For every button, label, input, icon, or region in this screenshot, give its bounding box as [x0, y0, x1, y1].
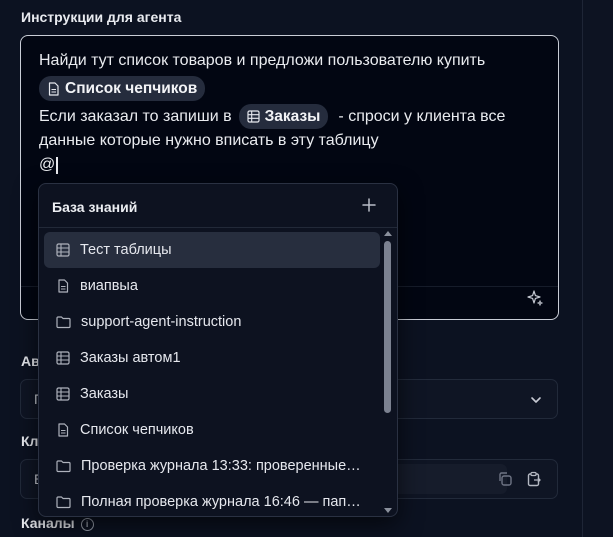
- editor-line-1: Найди тут список товаров и предложи поль…: [39, 52, 486, 69]
- dropdown-item-label: Полная проверка журнала 16:46 — пап…: [81, 494, 361, 510]
- folder-icon: [56, 496, 71, 509]
- dropdown-item-2[interactable]: support-agent-instruction: [44, 304, 380, 340]
- dropdown-list: Тест таблицы виапвыа support-agent-instr…: [44, 232, 380, 516]
- dropdown-title: База знаний: [52, 199, 138, 215]
- document-icon: [48, 81, 59, 96]
- instructions-title: Инструкции для агента: [21, 9, 182, 25]
- editor-line-3-start: Если заказал то запиши в: [39, 107, 232, 125]
- field-label-2: Кл: [21, 433, 39, 449]
- folder-icon: [56, 316, 71, 329]
- dropdown-scrollbar[interactable]: [381, 228, 395, 516]
- dropdown-item-label: Заказы: [80, 386, 129, 402]
- field-label-1: Ав: [21, 353, 40, 369]
- mention-chip-document-label: Список чепчиков: [65, 79, 198, 97]
- table-icon: [56, 351, 70, 365]
- mention-chip-table[interactable]: Заказы: [238, 104, 329, 129]
- chevron-down-icon: [531, 397, 541, 403]
- editor-line-2: Список чепчиков: [39, 76, 206, 101]
- copy-icon[interactable]: [497, 471, 513, 487]
- sparkle-icon[interactable]: [526, 289, 544, 307]
- scroll-down-arrow-icon[interactable]: [384, 508, 392, 513]
- dropdown-item-5[interactable]: Список чепчиков: [44, 412, 380, 448]
- dropdown-item-0[interactable]: Тест таблицы: [44, 232, 380, 268]
- dropdown-item-7[interactable]: Полная проверка журнала 16:46 — пап…: [44, 484, 380, 516]
- paste-icon[interactable]: [526, 471, 542, 487]
- table-icon: [246, 110, 260, 123]
- editor-line-4: данные которые нужно вписать в эту табли…: [39, 132, 379, 149]
- dropdown-item-label: Проверка журнала 13:33: проверенные…: [81, 458, 361, 474]
- channels-label: Каналы i: [21, 515, 94, 531]
- dropdown-item-4[interactable]: Заказы: [44, 376, 380, 412]
- dropdown-item-label: Заказы автом1: [80, 350, 181, 366]
- dropdown-item-label: Список чепчиков: [80, 422, 194, 438]
- dropdown-item-6[interactable]: Проверка журнала 13:33: проверенные…: [44, 448, 380, 484]
- folder-icon: [56, 460, 71, 473]
- table-icon: [56, 243, 70, 257]
- mention-chip-table-label: Заказы: [264, 107, 321, 125]
- mention-chip-document[interactable]: Список чепчиков: [39, 76, 206, 101]
- dropdown-header: База знаний: [39, 184, 397, 228]
- editor-line-5: @: [39, 156, 58, 174]
- scrollbar-thumb[interactable]: [384, 241, 391, 413]
- editor-line-3: Если заказал то запиши в Заказы - спроси…: [39, 104, 505, 129]
- knowledge-base-dropdown: База знаний Тест таблицы виапвыа support…: [38, 183, 398, 517]
- dropdown-item-label: support-agent-instruction: [81, 314, 242, 330]
- dropdown-item-3[interactable]: Заказы автом1: [44, 340, 380, 376]
- key-input[interactable]: [381, 464, 507, 494]
- right-side-panel: [582, 0, 613, 537]
- add-icon[interactable]: [361, 197, 377, 213]
- editor-line-3-end: - спроси у клиента все: [338, 107, 506, 125]
- table-icon: [56, 387, 70, 401]
- dropdown-item-1[interactable]: виапвыа: [44, 268, 380, 304]
- document-icon: [58, 279, 69, 293]
- scroll-up-arrow-icon[interactable]: [384, 231, 392, 236]
- channels-label-text: Каналы: [21, 515, 75, 531]
- editor-at-sign: @: [39, 156, 56, 173]
- document-icon: [58, 423, 69, 437]
- info-icon[interactable]: i: [80, 517, 94, 531]
- dropdown-item-label: Тест таблицы: [80, 242, 172, 258]
- dropdown-item-label: виапвыа: [80, 278, 138, 294]
- text-cursor: [56, 156, 58, 174]
